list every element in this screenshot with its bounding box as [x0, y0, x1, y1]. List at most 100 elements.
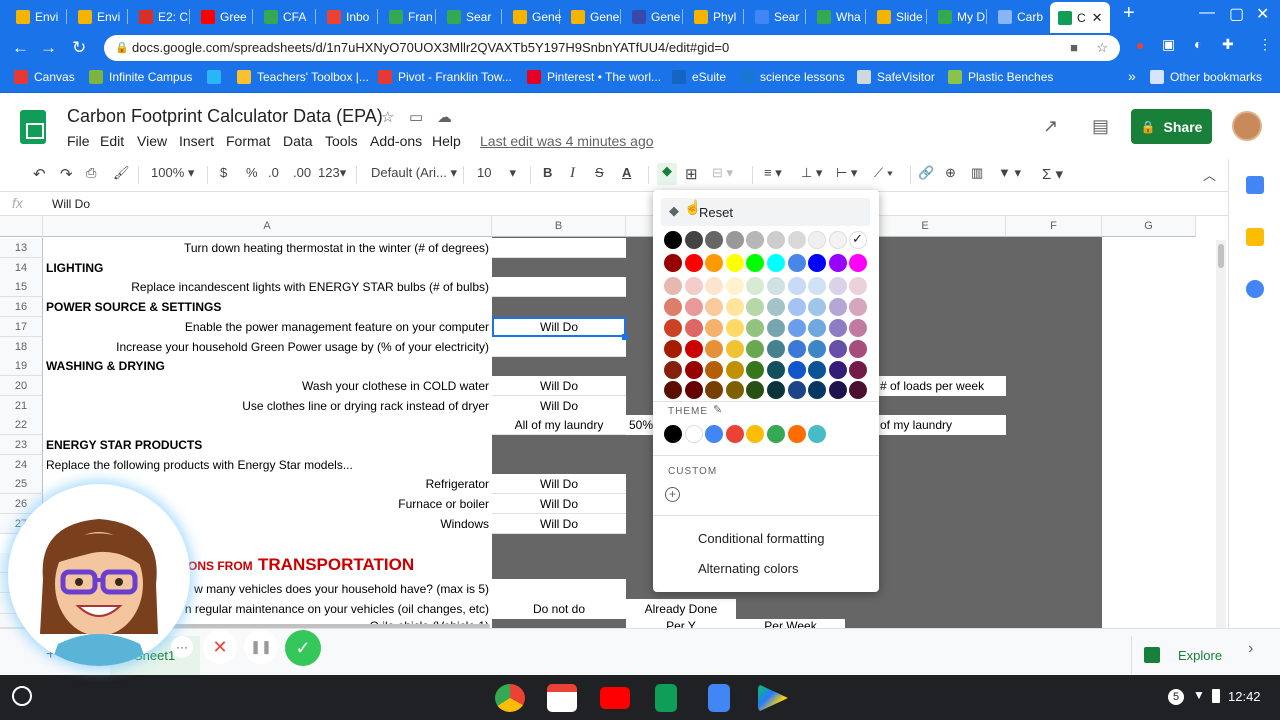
cell-a[interactable]: WASHING & DRYING [43, 356, 492, 376]
browser-tab[interactable]: Gene [624, 3, 684, 30]
column-header[interactable]: A [43, 216, 492, 237]
browser-tab[interactable]: Sear [439, 3, 499, 30]
tab-active[interactable]: C ✕ [1050, 2, 1110, 33]
row-header[interactable]: 19 [0, 356, 43, 376]
percent-format-button[interactable]: % [246, 165, 258, 180]
color-swatch[interactable] [705, 340, 723, 358]
color-swatch[interactable] [767, 381, 785, 399]
color-swatch[interactable] [849, 319, 867, 337]
menu-file[interactable]: File [67, 133, 90, 149]
undo-icon[interactable]: ↶ [33, 165, 46, 183]
bookmark-star-icon[interactable]: ☆ [1096, 35, 1108, 61]
browser-tab[interactable]: CFA [256, 3, 316, 30]
color-swatch[interactable] [808, 298, 826, 316]
color-swatch[interactable] [808, 425, 826, 443]
chrome-app-icon[interactable] [495, 684, 525, 712]
color-swatch[interactable] [849, 340, 867, 358]
alternating-colors-item[interactable]: Alternating colors [698, 561, 798, 576]
maintenance-choice[interactable]: Do not do [492, 599, 626, 619]
insert-chart-icon[interactable]: ▥ [971, 165, 983, 181]
color-swatch[interactable] [788, 231, 806, 249]
browser-tab[interactable]: Envi [8, 3, 68, 30]
cell-a[interactable]: Replace the following products with Ener… [43, 455, 492, 475]
menu-insert[interactable]: Insert [179, 133, 214, 149]
color-swatch[interactable] [746, 254, 764, 272]
browser-menu-icon[interactable]: ⋮ [1258, 36, 1272, 53]
browser-tab[interactable]: Sear [747, 3, 807, 30]
color-swatch[interactable] [685, 254, 703, 272]
cell-e[interactable]: of my laundry [878, 415, 1006, 435]
color-swatch[interactable] [726, 361, 744, 379]
color-swatch[interactable] [705, 254, 723, 272]
color-swatch[interactable] [788, 425, 806, 443]
close-tab-icon[interactable]: ✕ [1092, 10, 1103, 26]
color-swatch[interactable] [808, 381, 826, 399]
color-swatch[interactable] [829, 254, 847, 272]
color-swatch[interactable] [726, 254, 744, 272]
extension-icon[interactable]: ▣ [1162, 36, 1175, 53]
per-year-header[interactable]: Per Y [626, 619, 736, 628]
notification-badge[interactable]: 5 [1168, 689, 1184, 705]
increase-decimal-button[interactable]: .00 [293, 165, 311, 180]
cell-b[interactable] [492, 277, 626, 297]
color-swatch[interactable] [767, 277, 785, 295]
color-swatch[interactable] [664, 254, 682, 272]
fill-handle[interactable] [622, 334, 628, 340]
color-swatch[interactable] [685, 319, 703, 337]
color-swatch[interactable] [767, 319, 785, 337]
menu-data[interactable]: Data [283, 133, 313, 149]
bookmark-item[interactable]: science lessons [740, 70, 845, 84]
color-swatch[interactable] [829, 277, 847, 295]
color-swatch[interactable] [746, 361, 764, 379]
cell-b[interactable]: Will Do [492, 494, 626, 514]
conditional-formatting-item[interactable]: Conditional formatting [698, 531, 824, 546]
row-header[interactable]: 17 [0, 317, 43, 337]
row-header[interactable]: 24 [0, 455, 43, 475]
row-header[interactable]: 18 [0, 337, 43, 357]
browser-tab[interactable]: Gene [563, 3, 623, 30]
row-header[interactable]: 14 [0, 258, 43, 278]
menu-view[interactable]: View [137, 133, 167, 149]
cell-e[interactable]: # of loads per week [878, 376, 1006, 396]
color-swatch[interactable] [685, 231, 703, 249]
decrease-decimal-button[interactable]: .0 [268, 165, 279, 180]
functions-icon[interactable]: Σ ▾ [1042, 165, 1063, 183]
select-all-corner[interactable] [0, 216, 43, 237]
cell-a[interactable]: LIGHTING [43, 258, 492, 278]
bookmark-item[interactable]: Canvas [14, 70, 75, 84]
recorder-more-button[interactable]: ··· [171, 636, 193, 658]
color-swatch[interactable] [788, 361, 806, 379]
row-header[interactable]: 13 [0, 238, 43, 258]
column-header[interactable]: B [492, 216, 626, 237]
italic-button[interactable]: I [570, 165, 575, 182]
cell-a[interactable]: Use clothes line or drying rack instead … [43, 396, 492, 416]
color-swatch[interactable] [808, 254, 826, 272]
back-icon[interactable]: ← [12, 38, 29, 58]
clock[interactable]: 12:42 [1228, 689, 1261, 704]
close-window-icon[interactable]: ✕ [1256, 4, 1269, 24]
browser-tab[interactable]: Inbo [319, 3, 379, 30]
column-header[interactable]: F [1006, 216, 1102, 237]
color-swatch[interactable] [746, 298, 764, 316]
gmail-app-icon[interactable] [547, 684, 577, 712]
cell-a[interactable]: Wash your clothese in COLD water [43, 376, 492, 396]
recorder-pause-button[interactable]: ❚❚ [244, 630, 278, 664]
sheets-app-icon[interactable] [655, 684, 677, 712]
youtube-app-icon[interactable] [600, 687, 630, 709]
menu-edit[interactable]: Edit [100, 133, 124, 149]
print-icon[interactable]: ⎙ [86, 165, 96, 181]
text-rotation-icon[interactable]: ⟋ ▾ [874, 165, 893, 181]
vertical-scrollbar[interactable] [1216, 240, 1226, 628]
cell-b[interactable]: Will Do [492, 514, 626, 534]
docs-app-icon[interactable] [708, 684, 730, 712]
color-swatch[interactable] [788, 277, 806, 295]
color-swatch[interactable] [705, 319, 723, 337]
bookmark-item[interactable]: Plastic Benches [948, 70, 1053, 84]
color-swatch[interactable] [788, 319, 806, 337]
font-size-select[interactable]: 10 ▾ [477, 165, 516, 181]
color-swatch[interactable] [705, 381, 723, 399]
browser-tab[interactable]: Phyl [686, 3, 746, 30]
bookmark-item[interactable]: Pivot - Franklin Tow... [378, 70, 512, 84]
row-header[interactable]: 15 [0, 277, 43, 297]
color-swatch[interactable] [726, 298, 744, 316]
